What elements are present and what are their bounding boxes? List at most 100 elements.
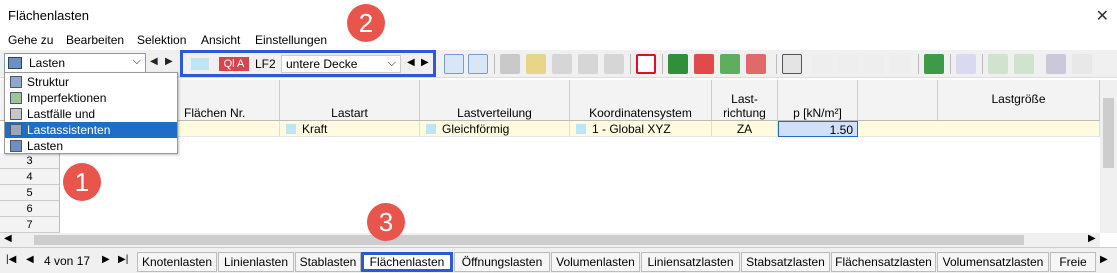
tab-flaechensatzlasten[interactable]: Flächensatzlasten <box>831 252 936 272</box>
color-swatch <box>286 124 296 134</box>
menu-settings[interactable]: Einstellungen <box>255 33 327 47</box>
tab-flaechenlasten[interactable]: Flächenlasten <box>361 252 453 272</box>
menu-bar: Gehe zu Bearbeiten Selektion Ansicht Ein… <box>0 32 1117 50</box>
col-header-p: p [kN/m²] <box>778 80 858 121</box>
col-header-coordinate-system: Koordinatensystem <box>570 80 712 121</box>
dropdown-item-imperfektionen[interactable]: Imperfektionen <box>5 90 177 106</box>
remove-icon[interactable] <box>694 54 714 74</box>
loadcase-icon <box>10 108 22 120</box>
chevron-down-icon[interactable]: ⌵ <box>388 57 396 70</box>
tab-stabsatzlasten[interactable]: Stabsatzlasten <box>741 252 830 272</box>
tab-oeffnungslasten[interactable]: Öffnungslasten <box>454 252 550 272</box>
table-icon[interactable] <box>500 54 520 74</box>
color-swatch <box>576 124 586 134</box>
tab-volumensatzlasten[interactable]: Volumensatzlasten <box>937 252 1049 272</box>
scroll-thumb[interactable] <box>1103 98 1114 168</box>
menu-view[interactable]: Ansicht <box>201 33 240 47</box>
dropdown-item-lastfaelle[interactable]: Lastfälle und Kombinationen <box>5 106 177 135</box>
tab-volumenlasten[interactable]: Volumenlasten <box>551 252 640 272</box>
insert-row-icon[interactable] <box>526 54 546 74</box>
dropdown-item-struktur[interactable]: Struktur <box>5 74 177 90</box>
next-arrow-icon[interactable]: ▶ <box>165 56 173 67</box>
menu-selection[interactable]: Selektion <box>137 33 186 47</box>
menu-edit[interactable]: Bearbeiten <box>66 33 124 47</box>
loadcase-selector: Ql A LF2 untere Decke ⌵ ◀ ▶ <box>180 50 436 77</box>
loadcase-name: untere Decke <box>286 57 358 71</box>
text-format-icon[interactable] <box>812 54 832 74</box>
paste-icon[interactable] <box>604 54 624 74</box>
first-page-icon[interactable]: |◀ <box>6 254 16 265</box>
loadcase-next-icon[interactable]: ▶ <box>421 57 429 68</box>
chevron-down-icon[interactable]: ⌵ <box>133 55 141 68</box>
callout-badge-3: 3 <box>367 203 405 241</box>
tab-liniensatzlasten[interactable]: Liniensatzlasten <box>641 252 740 272</box>
col-header-empty <box>858 80 938 121</box>
decimals-icon[interactable] <box>1072 54 1092 74</box>
callout-badge-1: 1 <box>63 163 101 201</box>
select-icon[interactable] <box>444 54 464 74</box>
graph-icon[interactable] <box>956 54 976 74</box>
window-title: Flächenlasten <box>8 8 89 23</box>
close-icon[interactable]: ✕ <box>1096 6 1109 26</box>
prev-arrow-icon[interactable]: ◀ <box>150 56 158 67</box>
navigator-combo[interactable]: Lasten ⌵ <box>4 53 146 73</box>
arrow-right-icon[interactable] <box>746 54 766 74</box>
lasten-icon <box>10 140 22 152</box>
function-x-icon[interactable] <box>864 54 884 74</box>
row-number: 4 <box>0 169 60 185</box>
sort-up-icon[interactable] <box>988 54 1008 74</box>
horizontal-scrollbar[interactable]: ◀ ▶ <box>0 233 1100 247</box>
tab-freie[interactable]: Freie <box>1050 252 1096 272</box>
vertical-scrollbar[interactable] <box>1100 80 1117 233</box>
next-page-icon[interactable]: ▶ <box>102 254 110 265</box>
dropdown-item-lastassistenten[interactable]: Lastassistenten <box>5 122 177 138</box>
title-bar: Flächenlasten ✕ <box>0 0 1117 32</box>
add-icon[interactable] <box>552 54 572 74</box>
dropdown-item-lasten[interactable]: Lasten <box>5 138 177 154</box>
printer-icon[interactable] <box>1046 54 1066 74</box>
loadcase-prev-icon[interactable]: ◀ <box>407 57 415 68</box>
sort-down-icon[interactable] <box>1014 54 1034 74</box>
col-header-direction: Last- richtung <box>712 80 778 121</box>
navigator-current: Lasten <box>29 56 66 70</box>
select-alt-icon[interactable] <box>468 54 488 74</box>
lasten-icon <box>8 57 22 69</box>
imperfection-icon <box>10 92 22 104</box>
cell-type[interactable]: Kraft <box>280 121 420 137</box>
import-icon[interactable] <box>668 54 688 74</box>
tabs-scroll-icon[interactable]: ▶ <box>1100 254 1108 265</box>
col-header-type: Lastart <box>280 80 420 121</box>
copy-icon[interactable] <box>578 54 598 74</box>
page-indicator: 4 von 17 <box>44 254 91 268</box>
tab-bar: |◀ ◀ 4 von 17 ▶ ▶| Knotenlasten Linienla… <box>0 247 1117 273</box>
function-icon[interactable] <box>838 54 858 74</box>
cell-p-value[interactable]: 1.50 <box>778 121 858 137</box>
excel-icon[interactable] <box>924 54 944 74</box>
color-swatch <box>426 124 436 134</box>
row-number: 6 <box>0 201 60 217</box>
scroll-left-icon[interactable]: ◀ <box>4 233 12 244</box>
col-header-distribution: Lastverteilung <box>420 80 570 121</box>
callout-badge-2: 2 <box>347 4 385 42</box>
scroll-thumb[interactable] <box>34 235 1024 245</box>
loadcase-dropdown[interactable]: untere Decke ⌵ <box>281 55 401 73</box>
cell-direction[interactable]: ZA <box>712 121 778 137</box>
col-header-load-magnitude: Lastgröße <box>938 80 1100 121</box>
tab-stablasten[interactable]: Stablasten <box>295 252 361 272</box>
tab-knotenlasten[interactable]: Knotenlasten <box>137 252 217 272</box>
cell-empty[interactable] <box>858 121 1100 137</box>
delete-icon[interactable] <box>636 54 656 74</box>
cell-coordinate-system[interactable]: 1 - Global XYZ <box>570 121 712 137</box>
loadcase-color-swatch <box>191 58 209 70</box>
arrow-left-icon[interactable] <box>720 54 740 74</box>
function-edit-icon[interactable] <box>890 54 910 74</box>
tab-linienlasten[interactable]: Linienlasten <box>218 252 294 272</box>
window-icon[interactable] <box>782 54 802 74</box>
row-number: 5 <box>0 185 60 201</box>
menu-goto[interactable]: Gehe zu <box>8 33 53 47</box>
cell-distribution[interactable]: Gleichförmig <box>420 121 570 137</box>
load-wizard-icon <box>10 124 22 136</box>
last-page-icon[interactable]: ▶| <box>118 254 128 265</box>
prev-page-icon[interactable]: ◀ <box>26 254 34 265</box>
scroll-right-icon[interactable]: ▶ <box>1088 233 1096 244</box>
